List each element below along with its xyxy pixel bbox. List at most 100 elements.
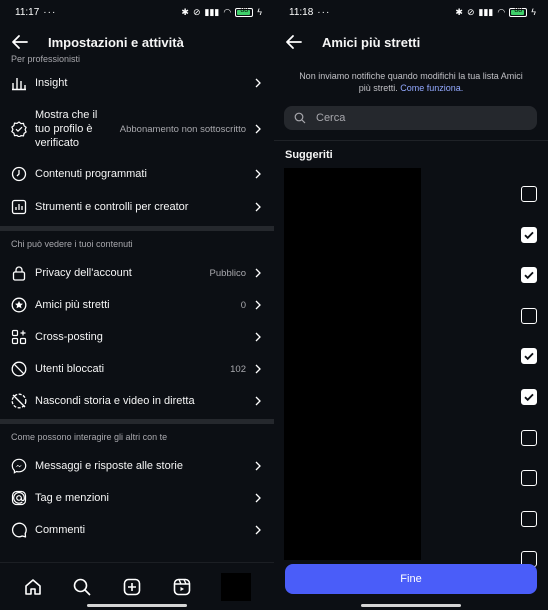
close-friends-screen: 11:18 ··· ✱ ⊘ ▮▮▮ ◠ 88 ϟ Amici più strett… bbox=[274, 0, 548, 610]
chevron-right-icon bbox=[255, 461, 261, 471]
chevron-right-icon bbox=[255, 396, 261, 406]
section-header-visibility: Chi può vedere i tuoi contenuti bbox=[11, 239, 133, 249]
row-label: Utenti bloccati bbox=[35, 363, 105, 375]
status-icons: ✱ ⊘ ▮▮▮ ◠ 88 ϟ bbox=[455, 7, 536, 18]
battery-icon: 88 bbox=[235, 6, 254, 17]
chevron-right-icon bbox=[255, 169, 261, 179]
settings-row-tags[interactable]: Tag e menzioni bbox=[0, 482, 274, 514]
settings-list: Per professionisti Insight Mostra che il… bbox=[0, 52, 274, 546]
wifi-icon: ◠ bbox=[223, 6, 232, 17]
settings-row-insight[interactable]: Insight bbox=[0, 64, 274, 102]
row-label: Contenuti programmati bbox=[35, 168, 147, 180]
comment-icon bbox=[11, 522, 27, 538]
bluetooth-icon: ✱ bbox=[455, 6, 463, 17]
chevron-right-icon bbox=[255, 202, 261, 212]
reels-icon[interactable] bbox=[172, 577, 192, 597]
check-icon bbox=[524, 353, 534, 361]
battery-level: 88 bbox=[240, 6, 249, 14]
home-icon[interactable] bbox=[23, 577, 43, 597]
back-arrow-icon[interactable] bbox=[10, 32, 30, 52]
back-arrow-icon[interactable] bbox=[284, 32, 304, 52]
verified-badge-icon bbox=[11, 121, 27, 137]
row-label: Commenti bbox=[35, 524, 86, 536]
check-icon bbox=[524, 231, 534, 239]
bar-chart-icon bbox=[11, 199, 27, 215]
row-value: 102 bbox=[230, 363, 246, 375]
cross-posting-icon bbox=[11, 329, 27, 345]
search-icon[interactable] bbox=[72, 577, 92, 597]
settings-screen: 11:17 ··· ✱ ⊘ ▮▮▮ ◠ 88 ϟ Impostazioni e a… bbox=[0, 0, 274, 610]
gesture-bar bbox=[87, 604, 187, 607]
profile-avatar[interactable] bbox=[221, 572, 252, 601]
settings-row-comments[interactable]: Commenti bbox=[0, 514, 274, 546]
signal-icon: ▮▮▮ bbox=[478, 6, 494, 17]
settings-row-blocked[interactable]: Utenti bloccati 102 bbox=[0, 353, 274, 385]
chevron-right-icon bbox=[255, 493, 261, 503]
checkbox-unchecked[interactable] bbox=[521, 510, 537, 527]
status-time: 11:18 bbox=[289, 6, 314, 18]
row-label: Tag e menzioni bbox=[35, 492, 109, 504]
mute-icon: ⊘ bbox=[466, 6, 475, 17]
checkbox-checked[interactable] bbox=[521, 389, 537, 405]
search-input[interactable] bbox=[316, 112, 516, 124]
lock-icon bbox=[12, 266, 26, 281]
bluetooth-icon: ✱ bbox=[181, 6, 189, 17]
check-icon bbox=[524, 393, 534, 402]
checkbox-unchecked[interactable] bbox=[521, 186, 537, 202]
status-dots: ··· bbox=[317, 6, 331, 18]
how-it-works-link[interactable]: Come funziona. bbox=[400, 83, 463, 93]
gesture-bar bbox=[361, 604, 461, 607]
settings-row-hide-story[interactable]: Nascondi storia e video in diretta bbox=[0, 385, 274, 417]
settings-row-close-friends[interactable]: Amici più stretti 0 bbox=[0, 289, 274, 321]
chevron-right-icon bbox=[255, 525, 261, 535]
row-label: Messaggi e risposte alle storie bbox=[35, 460, 183, 472]
settings-row-cross-posting[interactable]: Cross-posting bbox=[0, 321, 274, 353]
chevron-right-icon bbox=[255, 78, 261, 88]
row-label: Cross-posting bbox=[35, 331, 103, 343]
checkbox-checked[interactable] bbox=[521, 267, 537, 284]
app-bar: Amici più stretti bbox=[274, 24, 548, 60]
insight-icon bbox=[12, 78, 26, 91]
status-bar: 11:18 ··· ✱ ⊘ ▮▮▮ ◠ 88 ϟ bbox=[274, 0, 548, 24]
mute-icon: ⊘ bbox=[192, 6, 201, 17]
section-header-professionals: Per professionisti bbox=[11, 54, 81, 64]
page-title: Impostazioni e attività bbox=[48, 34, 184, 50]
settings-row-creator-tools[interactable]: Strumenti e controlli per creator bbox=[0, 192, 274, 222]
chevron-right-icon bbox=[255, 364, 261, 374]
row-label: Nascondi storia e video in diretta bbox=[35, 395, 195, 407]
search-icon bbox=[294, 112, 306, 124]
settings-row-privacy[interactable]: Privacy dell'account Pubblico bbox=[0, 257, 274, 289]
blocked-icon bbox=[11, 361, 27, 377]
row-value: 0 bbox=[240, 299, 246, 311]
row-label: Amici più stretti bbox=[35, 299, 110, 311]
bottom-nav bbox=[0, 562, 274, 610]
chevron-right-icon bbox=[255, 300, 261, 310]
checkbox-unchecked[interactable] bbox=[521, 429, 537, 446]
chevron-right-icon bbox=[255, 268, 261, 278]
row-label: Strumenti e controlli per creator bbox=[35, 201, 189, 213]
row-value: Pubblico bbox=[209, 267, 246, 279]
checkbox-checked[interactable] bbox=[521, 226, 537, 243]
info-text: Non inviamo notifiche quando modifichi l… bbox=[274, 60, 548, 94]
settings-row-messages[interactable]: Messaggi e risposte alle storie bbox=[0, 450, 274, 482]
section-header-interactions: Come possono interagire gli altri con te bbox=[11, 432, 168, 442]
checkbox-checked[interactable] bbox=[521, 348, 537, 365]
charging-icon: ϟ bbox=[531, 7, 536, 17]
settings-row-verified[interactable]: Mostra che il tuo profilo è verificato A… bbox=[0, 102, 274, 156]
clock-icon bbox=[11, 166, 27, 182]
star-circle-icon bbox=[11, 297, 27, 313]
suggested-heading: Suggeriti bbox=[285, 149, 333, 161]
settings-row-scheduled[interactable]: Contenuti programmati bbox=[0, 156, 274, 192]
checkbox-unchecked[interactable] bbox=[521, 470, 537, 487]
create-icon[interactable] bbox=[122, 577, 142, 597]
search-box bbox=[284, 106, 537, 130]
charging-icon: ϟ bbox=[257, 7, 262, 17]
redacted-user-list bbox=[284, 168, 421, 560]
done-button[interactable]: Fine bbox=[285, 564, 537, 594]
page-title: Amici più stretti bbox=[322, 34, 421, 50]
status-time: 11:17 bbox=[15, 6, 40, 18]
battery-level: 88 bbox=[514, 6, 523, 14]
checkbox-unchecked[interactable] bbox=[521, 307, 537, 324]
row-label: Privacy dell'account bbox=[35, 267, 132, 279]
chevron-right-icon bbox=[255, 124, 261, 134]
